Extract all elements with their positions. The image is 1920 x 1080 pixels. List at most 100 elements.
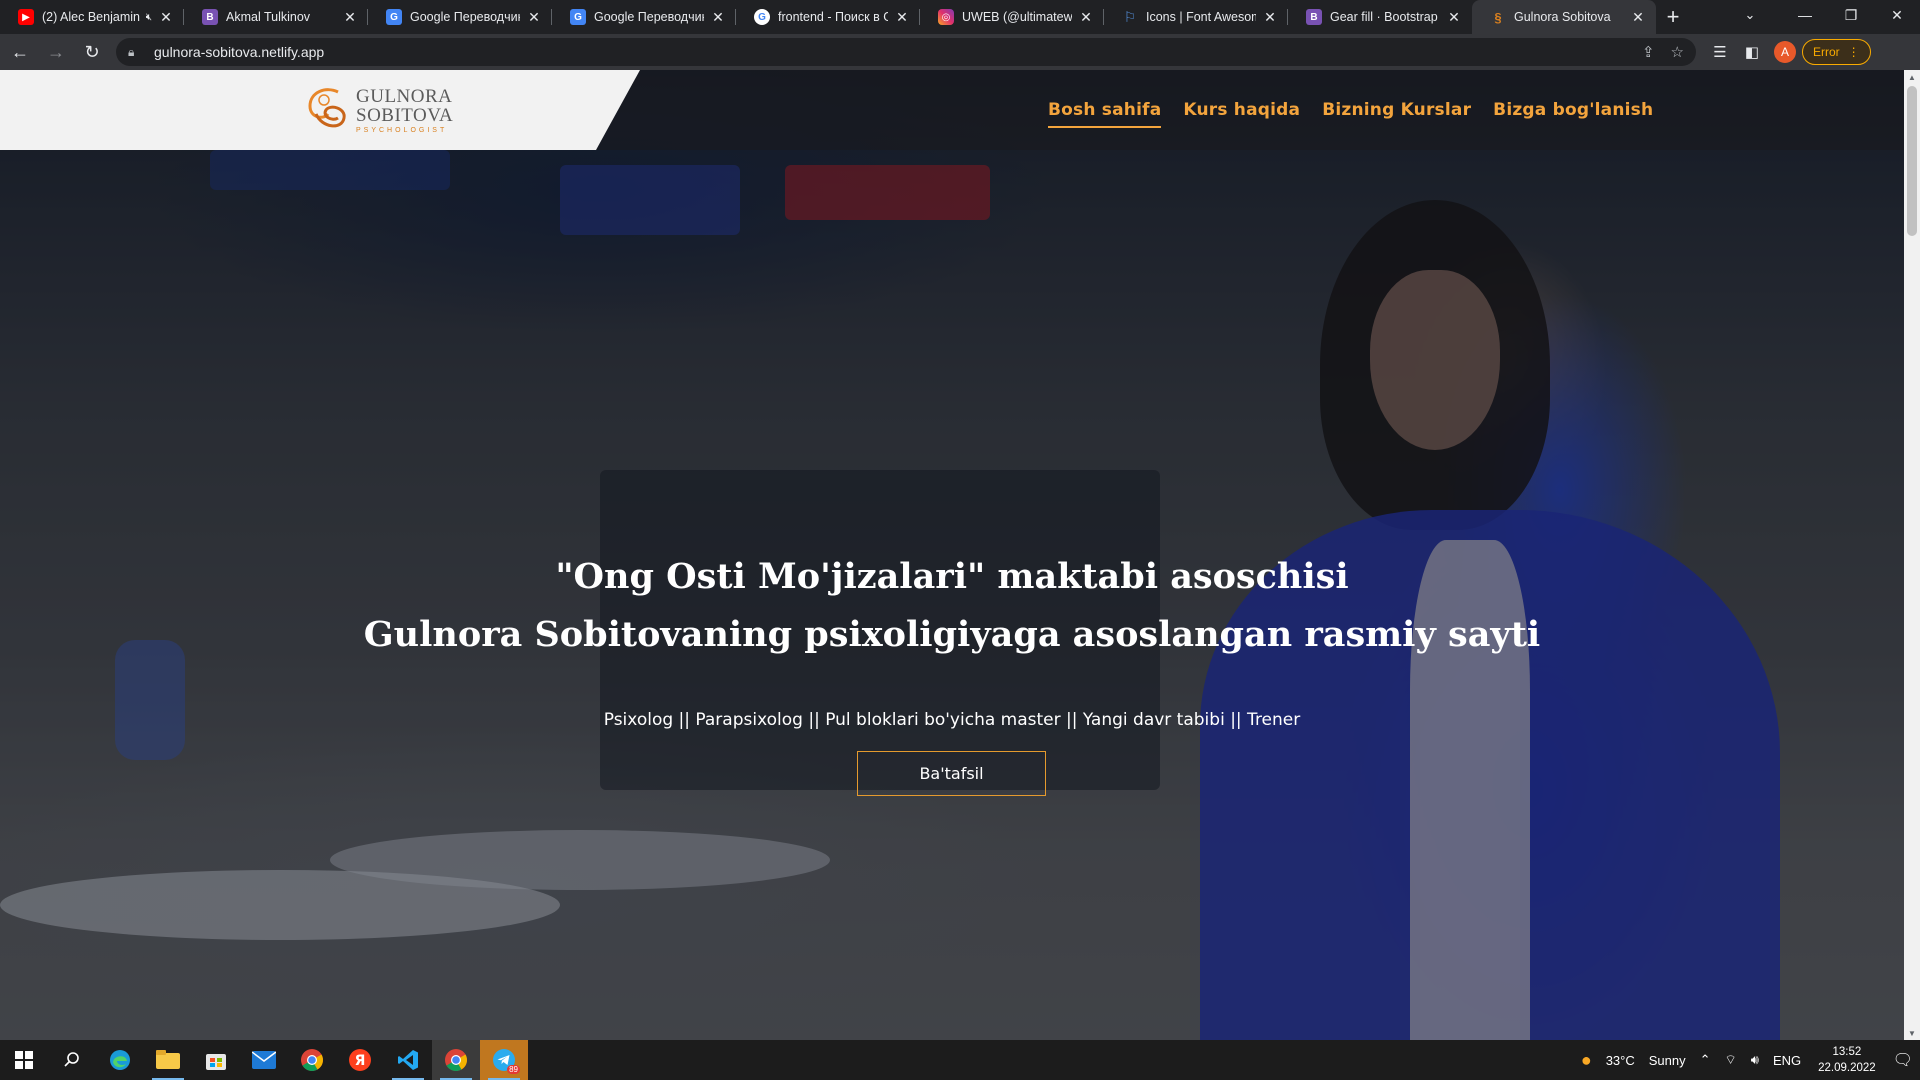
close-tab-icon[interactable]: ✕ (1078, 9, 1094, 26)
windows-start-icon[interactable] (0, 1040, 48, 1080)
lock-icon[interactable]: 🔒︎ (128, 45, 144, 60)
hero-title: "Ong Osti Mo'jizalari" maktabi asoschisi… (0, 548, 1904, 664)
vscode-icon[interactable] (384, 1040, 432, 1080)
browser-toolbar: ← → ↻ 🔒︎ gulnora-sobitova.netlify.app ⇪ … (0, 34, 1920, 70)
weather-temp[interactable]: 33°C (1599, 1053, 1642, 1068)
logo-line2: SOBITOVA (356, 104, 454, 126)
windows-taskbar: Я 89 ● 33°C Sunny ⌃ ⌔ 🔊︎ ENG 13:52 22.09… (0, 1040, 1920, 1080)
close-tab-icon[interactable]: ✕ (1446, 9, 1462, 26)
youtube-icon: ▶ (18, 9, 34, 25)
back-icon[interactable]: ← (4, 36, 36, 68)
close-tab-icon[interactable]: ✕ (1262, 9, 1278, 26)
weather-sun-icon[interactable]: ● (1574, 1050, 1599, 1071)
file-explorer-icon[interactable] (144, 1040, 192, 1080)
notifications-icon[interactable]: 🗨︎ (1886, 1050, 1920, 1070)
close-tab-icon[interactable]: ✕ (1630, 9, 1646, 26)
mail-icon[interactable] (240, 1040, 288, 1080)
reload-icon[interactable]: ↻ (76, 36, 108, 68)
tab-title: Icons | Font Awesome (1146, 10, 1256, 24)
tab-title: frontend - Поиск в Go (778, 10, 888, 24)
show-hidden-icons-icon[interactable]: ⌃ (1693, 1052, 1718, 1068)
font-awesome-flag-icon: ⚐ (1123, 8, 1137, 25)
browser-tab[interactable]: ⚐ Icons | Font Awesome ✕ (1104, 0, 1288, 34)
chrome-active-icon[interactable] (432, 1040, 480, 1080)
minimize-icon[interactable]: — (1782, 0, 1828, 30)
site-navbar: GULNORA SOBITOVA PSYCHOLOGIST Bosh sahif… (0, 70, 1904, 150)
tab-title: (2) Alec Benjamin (42, 10, 140, 24)
clock-date: 22.09.2022 (1818, 1062, 1876, 1074)
svg-text:Я: Я (355, 1053, 366, 1069)
scrollbar-thumb[interactable] (1907, 86, 1917, 236)
tab-title: UWEB (@ultimateweb (962, 10, 1072, 24)
site-logo[interactable]: GULNORA SOBITOVA PSYCHOLOGIST (302, 84, 453, 136)
hero-subtitle: Psixolog || Parapsixolog || Pul bloklari… (603, 710, 1301, 730)
logo-line1: GULNORA (356, 85, 453, 107)
browser-tab[interactable]: G frontend - Поиск в Go ✕ (736, 0, 920, 34)
menu-item-contact[interactable]: Bizga bog'lanish (1493, 94, 1653, 126)
window-controls: — ❐ ✕ (1782, 0, 1920, 34)
clock-time: 13:52 (1832, 1046, 1862, 1058)
details-button[interactable]: Ba'tafsil (857, 751, 1046, 796)
speaker-muted-icon[interactable]: 🔇︎ (146, 12, 152, 23)
google-translate-icon: G (570, 9, 586, 25)
menu-item-home[interactable]: Bosh sahifa (1048, 94, 1162, 128)
restore-icon[interactable]: ❐ (1828, 0, 1874, 30)
tab-title: Akmal Tulkinov (226, 10, 311, 24)
address-bar[interactable]: 🔒︎ gulnora-sobitova.netlify.app ⇪ ☆ (116, 38, 1696, 66)
close-tab-icon[interactable]: ✕ (894, 9, 910, 26)
close-tab-icon[interactable]: ✕ (342, 9, 358, 26)
volume-icon[interactable]: 🔊︎ (1744, 1052, 1766, 1068)
close-window-icon[interactable]: ✕ (1874, 0, 1920, 30)
page-viewport: GULNORA SOBITOVA PSYCHOLOGIST Bosh sahif… (0, 70, 1904, 1040)
menu-item-about-course[interactable]: Kurs haqida (1183, 94, 1300, 126)
browser-tab[interactable]: G Google Переводчик ✕ (368, 0, 552, 34)
chrome-icon[interactable] (288, 1040, 336, 1080)
bootstrap-icon: B (202, 9, 218, 25)
browser-tab[interactable]: B Akmal Tulkinov ✕ (184, 0, 368, 34)
browser-tab-active[interactable]: § Gulnora Sobitova ✕ (1472, 0, 1656, 34)
close-tab-icon[interactable]: ✕ (710, 9, 726, 26)
weather-condition[interactable]: Sunny (1642, 1053, 1693, 1068)
site-logo-icon: § (1494, 9, 1502, 25)
bookmark-star-icon[interactable]: ☆ (1671, 43, 1684, 61)
tab-title: Gear fill · Bootstrap Ic (1330, 10, 1440, 24)
tab-search-icon[interactable]: ⌄ (1730, 0, 1770, 30)
share-icon[interactable]: ⇪ (1642, 43, 1655, 61)
new-tab-button[interactable]: + (1656, 0, 1690, 34)
error-label: Error (1813, 45, 1840, 59)
forward-icon[interactable]: → (40, 36, 72, 68)
gs-monogram-icon (308, 88, 346, 128)
profile-avatar[interactable]: A (1774, 41, 1796, 63)
more-vert-icon: ⋮ (1847, 45, 1860, 59)
side-panel-icon[interactable]: ◧ (1736, 36, 1768, 68)
menu-item-courses[interactable]: Bizning Kurslar (1322, 94, 1471, 126)
url-text[interactable]: gulnora-sobitova.netlify.app (154, 44, 1626, 60)
tab-title: Google Переводчик (594, 10, 704, 24)
yandex-browser-icon[interactable]: Я (336, 1040, 384, 1080)
tab-title: Google Переводчик (410, 10, 520, 24)
browser-tab[interactable]: G Google Переводчик ✕ (552, 0, 736, 34)
language-indicator[interactable]: ENG (1766, 1053, 1808, 1068)
scroll-up-icon[interactable]: ▲ (1904, 70, 1920, 84)
search-icon[interactable] (48, 1040, 96, 1080)
browser-tab[interactable]: B Gear fill · Bootstrap Ic ✕ (1288, 0, 1472, 34)
scroll-down-icon[interactable]: ▼ (1904, 1026, 1920, 1040)
telegram-icon[interactable]: 89 (480, 1040, 528, 1080)
tab-title: Gulnora Sobitova (1514, 10, 1611, 24)
browser-tab[interactable]: ▶ (2) Alec Benjamin 🔇︎ ✕ (0, 0, 184, 34)
page-scrollbar[interactable]: ▲ ▼ (1904, 70, 1920, 1040)
telegram-unread-badge: 89 (507, 1065, 520, 1074)
reading-list-icon[interactable]: ☰ (1704, 36, 1736, 68)
browser-tab[interactable]: ◎ UWEB (@ultimateweb ✕ (920, 0, 1104, 34)
error-button[interactable]: Error ⋮ (1802, 39, 1871, 65)
main-menu: Bosh sahifa Kurs haqida Bizning Kurslar … (1048, 70, 1653, 150)
ms-store-icon[interactable] (192, 1040, 240, 1080)
close-tab-icon[interactable]: ✕ (158, 9, 174, 26)
hero-title-line2: Gulnora Sobitovaning psixoligiyaga asosl… (363, 614, 1541, 655)
wifi-icon[interactable]: ⌔ (1718, 1052, 1744, 1068)
clock[interactable]: 13:52 22.09.2022 (1808, 1044, 1886, 1076)
edge-icon[interactable] (96, 1040, 144, 1080)
close-tab-icon[interactable]: ✕ (526, 9, 542, 26)
google-icon: G (754, 9, 770, 25)
instagram-icon: ◎ (938, 9, 954, 25)
